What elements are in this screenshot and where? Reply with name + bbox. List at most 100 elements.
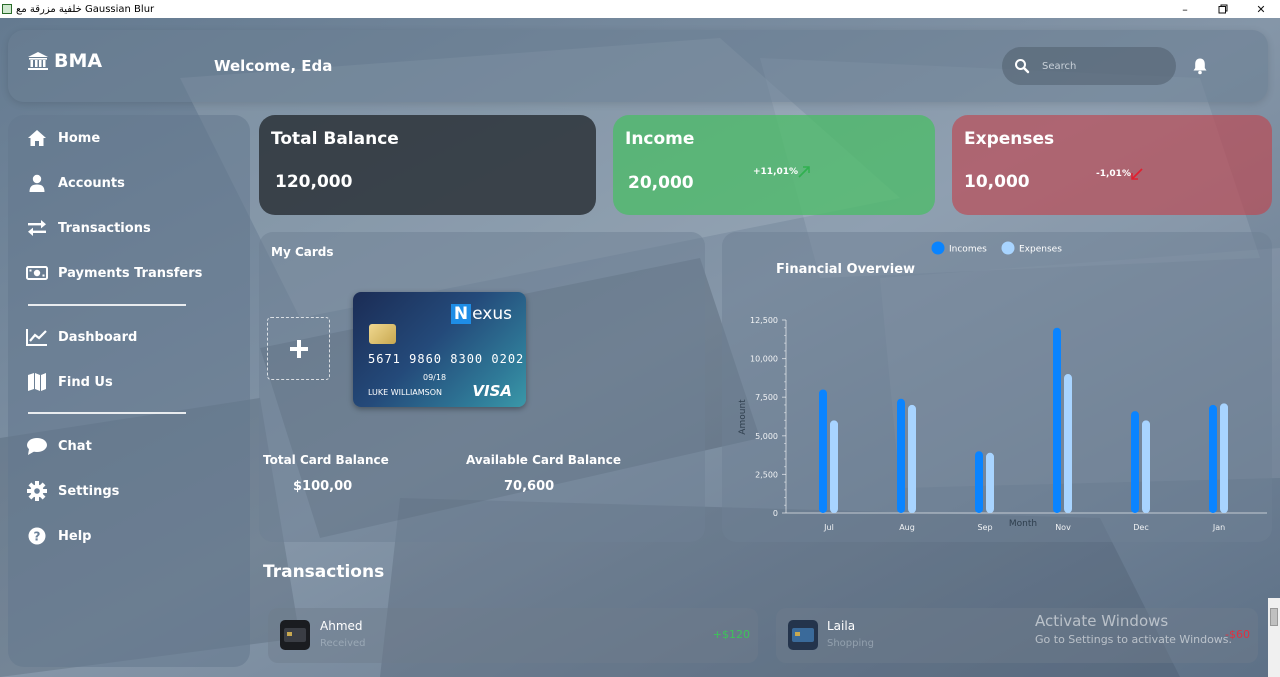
income-label: Income — [625, 129, 695, 149]
welcome-text: Welcome, Eda — [214, 57, 333, 75]
transaction-name: Ahmed — [320, 619, 363, 633]
brand-logo[interactable]: BMA — [28, 50, 102, 72]
search-icon — [1015, 59, 1030, 74]
chart-line-icon — [26, 327, 48, 347]
vertical-scrollbar[interactable] — [1268, 598, 1280, 677]
credit-card[interactable]: Nexus 5671 9860 8300 0202 09/18 LUKE WIL… — [353, 292, 526, 407]
bar-expenses-jan[interactable] — [1220, 403, 1228, 513]
legend-label-incomes: Incomes — [949, 245, 987, 255]
total-card-balance-value: $100,00 — [293, 479, 353, 494]
sidebar-item-label: Payments Transfers — [58, 265, 203, 281]
card-holder: LUKE WILLIAMSON — [368, 388, 443, 397]
bar-expenses-nov[interactable] — [1064, 374, 1072, 513]
card-chip-icon — [369, 324, 396, 344]
total-card-balance-label: Total Card Balance — [263, 453, 389, 467]
y-tick-label: 5,000 — [755, 432, 778, 441]
sidebar-item-label: Find Us — [58, 374, 113, 390]
bar-incomes-sep[interactable] — [975, 451, 983, 513]
visa-logo: VISA — [472, 382, 512, 400]
total-balance-label: Total Balance — [271, 129, 399, 149]
home-icon — [26, 128, 48, 148]
x-tick-label: Jan — [1212, 523, 1225, 532]
watermark-line-2: Go to Settings to activate Windows. — [1035, 633, 1233, 646]
minimize-button[interactable]: – — [1166, 0, 1204, 18]
card-brand-letter: N — [450, 304, 472, 324]
chart-title: Financial Overview — [776, 262, 915, 277]
financial-overview-panel: Financial Overview Incomes Expenses 0 2,50… — [722, 232, 1272, 542]
bar-incomes-nov[interactable] — [1053, 327, 1061, 513]
top-header: BMA Welcome, Eda — [8, 30, 1268, 102]
sidebar-item-label: Accounts — [58, 175, 125, 191]
expenses-label: Expenses — [964, 129, 1055, 149]
activate-windows-watermark: Activate Windows Go to Settings to activ… — [1035, 612, 1232, 646]
trend-down-icon — [1131, 168, 1143, 180]
financial-overview-chart: Financial Overview Incomes Expenses 0 2,50… — [738, 241, 1267, 532]
legend-swatch-incomes — [931, 241, 945, 255]
bar-incomes-jul[interactable] — [819, 389, 827, 513]
x-axis-label: Month — [1009, 519, 1037, 529]
search-box[interactable] — [1002, 47, 1176, 85]
transaction-name: Laila — [827, 619, 856, 633]
x-tick-label: Nov — [1055, 523, 1071, 532]
sidebar-item-payments-transfers[interactable]: Payments Transfers — [26, 261, 202, 285]
sidebar-item-label: Chat — [58, 438, 92, 454]
income-card[interactable]: Income 20,000 +11,01% — [613, 115, 935, 215]
bell-icon[interactable] — [1191, 57, 1209, 75]
bar-incomes-aug[interactable] — [897, 398, 905, 513]
transaction-type: Shopping — [827, 638, 874, 649]
total-balance-card[interactable]: Total Balance 120,000 — [259, 115, 596, 215]
available-card-balance-label: Available Card Balance — [466, 453, 621, 467]
y-tick-label: 7,500 — [755, 393, 778, 402]
sidebar-item-label: Help — [58, 528, 92, 544]
maximize-button[interactable] — [1204, 0, 1242, 18]
window-titlebar: خلفية مزرقة مع Gaussian Blur – ✕ — [0, 0, 1280, 18]
sidebar-item-dashboard[interactable]: Dashboard — [26, 325, 137, 349]
expenses-delta-text: -1,01% — [1096, 169, 1131, 179]
x-tick-label: Sep — [977, 523, 992, 532]
bar-expenses-aug[interactable] — [908, 404, 916, 513]
help-icon: ? — [26, 526, 48, 546]
transaction-avatar — [280, 620, 310, 650]
available-card-balance-value: 70,600 — [504, 479, 555, 494]
exchange-icon — [26, 218, 48, 238]
income-delta-text: +11,01% — [753, 167, 799, 177]
sidebar-item-help[interactable]: ? Help — [26, 524, 91, 548]
sidebar-item-label: Settings — [58, 483, 120, 499]
bar-expenses-dec[interactable] — [1142, 420, 1150, 513]
sidebar-item-label: Transactions — [58, 220, 151, 236]
chat-icon — [26, 436, 48, 456]
brand-name: BMA — [54, 50, 103, 72]
bar-incomes-dec[interactable] — [1131, 411, 1139, 513]
scrollbar-thumb[interactable] — [1270, 608, 1278, 626]
sidebar-item-settings[interactable]: Settings — [26, 479, 119, 503]
svg-text:?: ? — [34, 530, 41, 544]
bar-expenses-sep[interactable] — [986, 452, 994, 513]
sidebar-item-find-us[interactable]: Find Us — [26, 370, 113, 394]
my-cards-panel: My Cards Nexus 5671 9860 8300 0202 09/18… — [259, 232, 705, 542]
card-expiry: 09/18 — [423, 373, 447, 382]
transaction-row[interactable]: Ahmed Received +$120 — [268, 608, 758, 663]
watermark-line-1: Activate Windows — [1035, 612, 1169, 630]
expenses-card[interactable]: Expenses 10,000 -1,01% — [952, 115, 1272, 215]
close-button[interactable]: ✕ — [1242, 0, 1280, 18]
bar-expenses-jul[interactable] — [830, 420, 838, 513]
income-delta: +11,01% — [753, 166, 810, 178]
search-input[interactable] — [1042, 60, 1162, 72]
app-icon — [2, 4, 12, 14]
user-icon — [26, 173, 48, 193]
sidebar-item-chat[interactable]: Chat — [26, 434, 92, 458]
sidebar-item-label: Dashboard — [58, 329, 138, 345]
sidebar: Home Accounts Transactions Payments Tran… — [8, 115, 250, 667]
transaction-amount: +$120 — [712, 628, 750, 641]
sidebar-divider — [28, 412, 186, 414]
sidebar-item-home[interactable]: Home — [26, 126, 100, 150]
y-tick-label: 2,500 — [755, 470, 778, 479]
add-card-button[interactable] — [267, 317, 330, 380]
sidebar-item-label: Home — [58, 130, 101, 146]
sidebar-item-transactions[interactable]: Transactions — [26, 216, 151, 240]
income-value: 20,000 — [628, 173, 694, 193]
sidebar-item-accounts[interactable]: Accounts — [26, 171, 125, 195]
bar-incomes-jan[interactable] — [1209, 404, 1217, 513]
x-tick-label: Dec — [1133, 523, 1148, 532]
transactions-title: Transactions — [263, 562, 385, 582]
